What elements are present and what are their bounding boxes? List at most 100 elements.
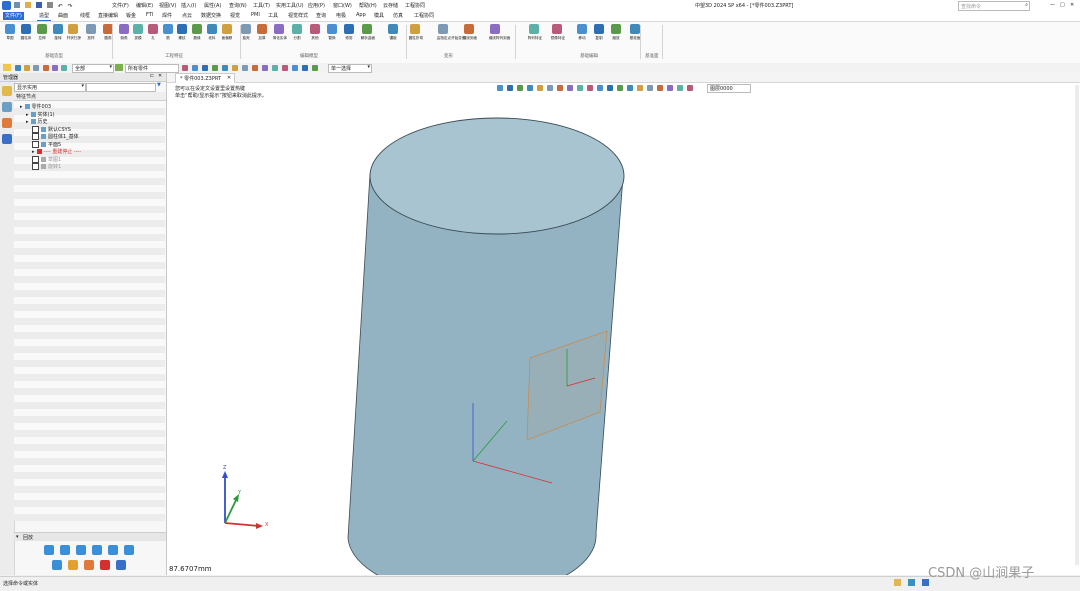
filter-icon[interactable]: ▼ <box>157 82 161 88</box>
quick-access-toolbar[interactable]: ↶ ↷ <box>14 2 99 10</box>
tab-3[interactable]: 曲面 <box>56 12 70 20</box>
redo-icon[interactable]: ↷ <box>68 3 73 10</box>
new-icon[interactable] <box>14 2 20 8</box>
menu-item-7[interactable]: 工具(T) <box>253 2 270 9</box>
ribbon-button-1[interactable]: 草图 <box>3 24 17 41</box>
ribbon-button-16[interactable]: 抽壳 <box>239 24 253 41</box>
toolbar-icon-13[interactable] <box>242 65 248 71</box>
playback-action-4[interactable] <box>100 560 110 570</box>
menu-item-5[interactable]: 属性(A) <box>204 2 221 9</box>
ribbon-button-17[interactable]: 加厚 <box>255 24 269 41</box>
ribbon-button-12[interactable]: 螺纹 <box>175 24 189 41</box>
toolbar-icon-5[interactable] <box>52 65 58 71</box>
menu-item-6[interactable]: 查询(N) <box>229 2 247 9</box>
toolbar-icon-19[interactable] <box>302 65 308 71</box>
playback-action-1[interactable] <box>52 560 62 570</box>
tab-6[interactable]: 钣金 <box>124 12 138 20</box>
ribbon-button-6[interactable]: 放样 <box>84 24 98 41</box>
ribbon-button-31[interactable]: 移动 <box>575 24 589 41</box>
toolbar-icon-4[interactable] <box>43 65 49 71</box>
tree-node[interactable]: 草图1 <box>32 155 182 163</box>
ribbon-button-28[interactable]: 缠绕阵列到面 <box>488 24 510 41</box>
ribbon-button-9[interactable]: 拔模 <box>131 24 145 41</box>
part-filter-icon[interactable] <box>115 64 123 71</box>
graphics-viewport[interactable]: * 零件003.Z3PRT ✕ 您可以在设定文设置里设置热键 单击“帮助/显示提… <box>167 73 1080 575</box>
tab-14[interactable]: 视觉样式 <box>286 12 310 20</box>
checkbox[interactable] <box>32 125 39 133</box>
undo-icon[interactable]: ↶ <box>58 3 63 10</box>
checkbox[interactable] <box>32 133 39 140</box>
pick-filter-icon[interactable] <box>3 64 11 71</box>
minimize-icon[interactable]: — <box>1050 2 1055 8</box>
ribbon-button-2[interactable]: 圆柱体 <box>19 24 33 41</box>
expand-icon[interactable]: ▸ <box>20 104 23 110</box>
tab-4[interactable]: 线框 <box>78 12 92 20</box>
search-field[interactable]: 查找命令 ⌕ <box>958 1 1030 11</box>
layer-tab-icon[interactable] <box>2 118 12 128</box>
tree-node[interactable]: 平面5 <box>32 140 182 148</box>
ribbon-button-11[interactable]: 筋 <box>161 24 175 41</box>
status-icon-2[interactable] <box>908 579 915 586</box>
toolbar-icon-3[interactable] <box>33 65 39 71</box>
toolbar-icon-18[interactable] <box>292 65 298 71</box>
tab-20[interactable]: 工程协同 <box>412 12 436 20</box>
playback-action-3[interactable] <box>84 560 94 570</box>
tab-18[interactable]: 模具 <box>372 12 386 20</box>
ribbon-button-33[interactable]: 缩放 <box>609 24 623 41</box>
model-canvas[interactable] <box>167 73 1080 575</box>
part-filter-dropdown[interactable]: 所有零件 <box>125 64 179 73</box>
checkbox[interactable] <box>32 140 39 148</box>
filter-dropdown[interactable]: 全部 ▾ <box>72 64 114 73</box>
tree-node[interactable]: ▸ 零件003 <box>20 103 170 110</box>
checkbox[interactable] <box>32 155 39 163</box>
tab-19[interactable]: 仿真 <box>391 12 405 20</box>
ribbon-button-24[interactable]: 镶嵌 <box>386 24 400 41</box>
toolbar-icon-11[interactable] <box>222 65 228 71</box>
toolbar-icon-6[interactable] <box>61 65 67 71</box>
menu-item-12[interactable]: 云存储 <box>383 2 398 9</box>
ribbon-button-14[interactable]: 坯料 <box>205 24 219 41</box>
tree-node[interactable]: ▸ ---- 重建停止 ---- <box>32 148 182 155</box>
playback-action-2[interactable] <box>68 560 78 570</box>
save-icon[interactable] <box>35 2 42 8</box>
menu-item-10[interactable]: 窗口(W) <box>333 2 352 9</box>
menu-item-4[interactable]: 插入(I) <box>181 2 196 9</box>
ribbon-button-22[interactable]: 修剪 <box>342 24 356 41</box>
tab-13[interactable]: 工具 <box>266 12 280 20</box>
playback-button-1[interactable] <box>44 545 54 555</box>
playback-button-4[interactable] <box>92 545 102 555</box>
expand-icon[interactable]: ▸ <box>32 149 35 155</box>
expand-icon[interactable]: ▸ <box>26 119 29 125</box>
toolbar-icon-1[interactable] <box>15 65 21 71</box>
tab-1[interactable]: 文件(F) <box>3 12 24 20</box>
toolbar-icon-16[interactable] <box>272 65 278 71</box>
collapse-icon[interactable]: ▾ <box>16 534 19 540</box>
tab-11[interactable]: 视觉 <box>228 12 242 20</box>
ribbon-button-8[interactable]: 倒角 <box>117 24 131 41</box>
ribbon-button-3[interactable]: 拉伸 <box>35 24 49 41</box>
display-mode-dropdown[interactable]: 显示实用 ▾ <box>14 83 86 92</box>
tree-node[interactable]: 旋转1 <box>32 163 182 170</box>
ribbon-button-19[interactable]: 分割 <box>290 24 304 41</box>
toolbar-icon-12[interactable] <box>232 65 238 71</box>
ribbon-button-23[interactable]: 解析曲面 <box>360 24 375 41</box>
toolbar-icon-2[interactable] <box>24 65 30 71</box>
ribbon-button-13[interactable]: 唇缘 <box>190 24 204 41</box>
view-tab-icon[interactable] <box>2 134 12 144</box>
tree-node[interactable]: 圆柱体1_基体 <box>32 133 182 140</box>
playback-button-3[interactable] <box>76 545 86 555</box>
open-icon[interactable] <box>24 2 31 8</box>
assembly-tab-icon[interactable] <box>2 102 12 112</box>
toolbar-icon-17[interactable] <box>282 65 288 71</box>
tab-2[interactable]: 造型 <box>37 12 52 21</box>
tab-9[interactable]: 点云 <box>180 12 194 20</box>
tab-16[interactable]: 电极 <box>334 12 348 20</box>
toolbar-icon-9[interactable] <box>202 65 208 71</box>
tab-5[interactable]: 直接编辑 <box>96 12 120 20</box>
tab-17[interactable]: App <box>354 12 368 20</box>
cylinder-top-face[interactable] <box>369 117 625 235</box>
ribbon-button-5[interactable]: 杆状扫掠 <box>66 24 81 41</box>
ribbon-button-29[interactable]: 阵列特征 <box>527 24 542 41</box>
playback-action-5[interactable] <box>116 560 126 570</box>
toolbar-icon-15[interactable] <box>262 65 268 71</box>
